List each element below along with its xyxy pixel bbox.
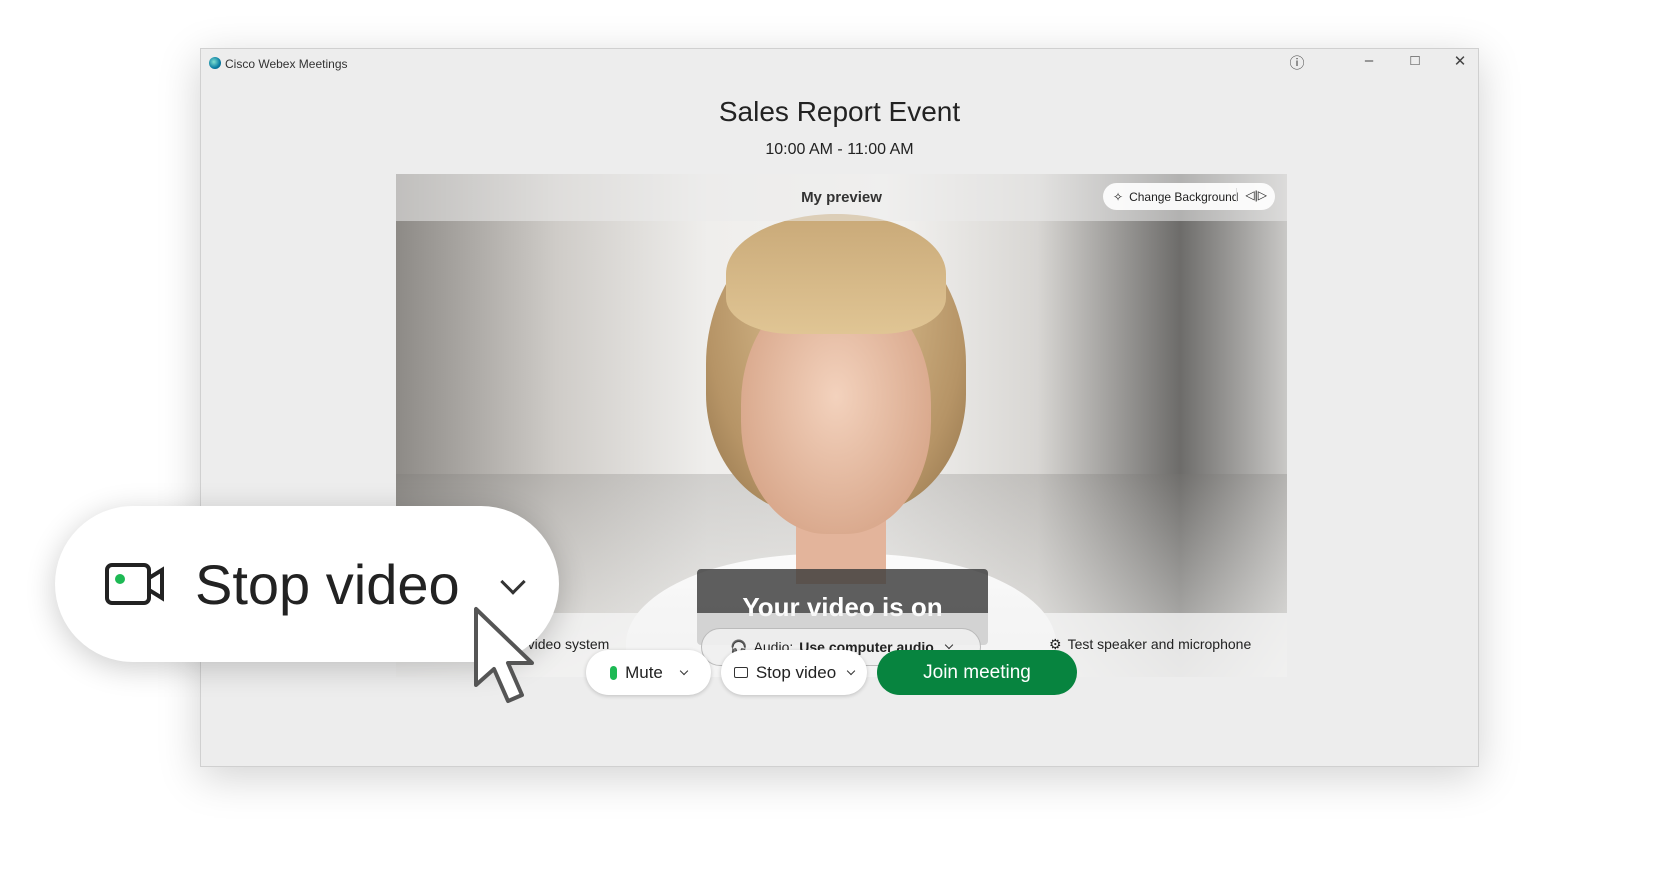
webex-logo-icon: [209, 57, 221, 69]
meeting-title: Sales Report Event: [718, 96, 961, 127]
maximize-icon[interactable]: □: [1403, 52, 1427, 69]
app-title: Cisco Webex Meetings: [225, 57, 348, 71]
chevron-down-icon[interactable]: [499, 569, 526, 595]
microphone-icon: [610, 665, 618, 680]
close-icon[interactable]: ✕: [1448, 52, 1472, 70]
join-meeting-button[interactable]: Join meeting: [877, 650, 1077, 695]
magic-wand-icon: ✧: [1113, 189, 1124, 204]
callout-label: Stop video: [195, 552, 460, 616]
preview-header: My preview ✧ Change Background ◁|▷: [396, 174, 1287, 221]
chevron-down-icon[interactable]: [679, 666, 689, 675]
camera-icon: [105, 563, 164, 605]
mute-button[interactable]: Mute: [586, 650, 711, 695]
test-speaker-button[interactable]: ⚙ Test speaker and microphone: [1049, 636, 1251, 653]
camera-icon: [733, 667, 748, 678]
stop-video-label: Stop video: [755, 662, 837, 682]
change-background-label: Change Background: [1129, 189, 1239, 204]
stop-video-button[interactable]: Stop video: [721, 650, 867, 695]
mouse-cursor-icon: [474, 607, 534, 703]
chevron-down-icon: [944, 640, 954, 650]
chevron-down-icon[interactable]: [846, 666, 856, 675]
person-bangs: [726, 214, 946, 334]
test-speaker-label: Test speaker and microphone: [1067, 636, 1252, 652]
help-icon[interactable]: ⓘ: [1285, 52, 1309, 73]
title-bar: Cisco Webex Meetings ⓘ – □ ✕: [201, 49, 1478, 77]
mirror-icon[interactable]: ◁|▷: [1236, 188, 1267, 202]
mute-label: Mute: [625, 662, 663, 682]
meeting-time: 10:00 AM - 11:00 AM: [765, 141, 914, 158]
change-background-button[interactable]: ✧ Change Background ◁|▷: [1103, 183, 1275, 210]
minimize-icon[interactable]: –: [1357, 52, 1381, 69]
